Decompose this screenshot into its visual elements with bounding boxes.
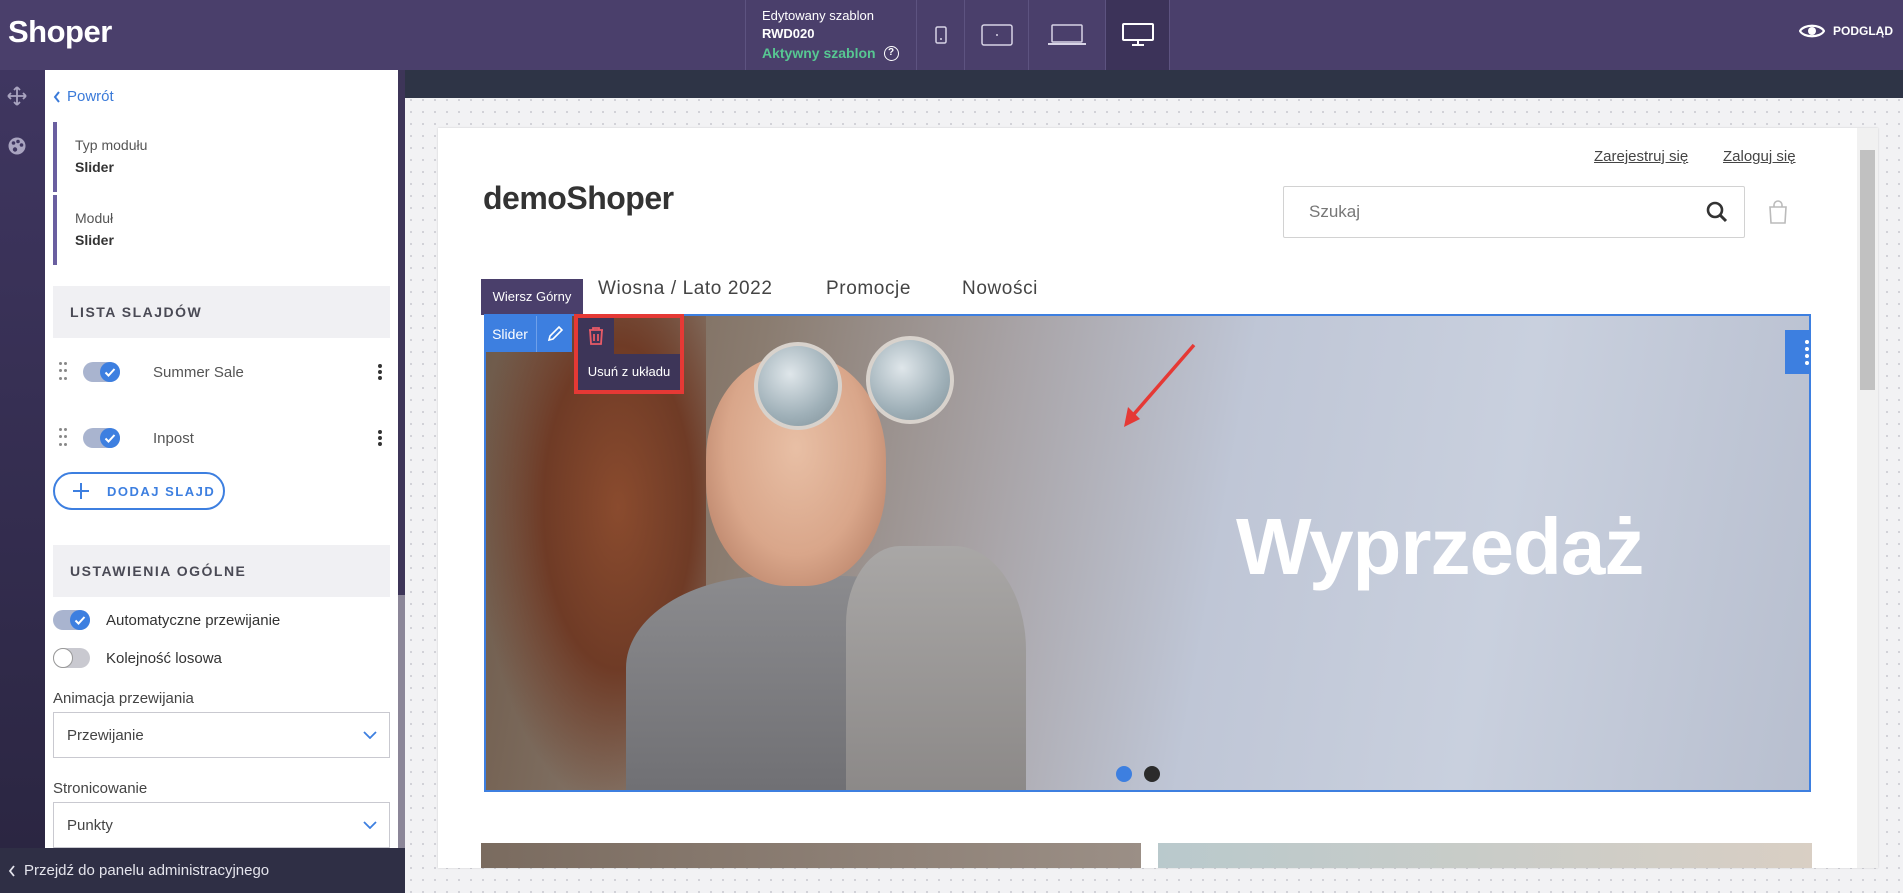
mobile-icon (934, 26, 947, 44)
slide-headline: Wyprzedaż (1236, 502, 1644, 591)
template-label: Edytowany szablon (762, 8, 875, 23)
pencil-icon (547, 325, 563, 342)
back-label: Powrót (67, 88, 114, 105)
slider-pagination (1116, 766, 1160, 782)
shop-preview-page: Zarejestruj się Zaloguj się demoShoper S… (438, 128, 1878, 868)
module-type-info: Typ modułu Slider (53, 122, 393, 192)
search-placeholder: Szukaj (1309, 202, 1361, 221)
app-logo: Shoper (8, 14, 112, 49)
help-icon[interactable]: ? (883, 45, 899, 61)
back-link[interactable]: Powrót (53, 88, 114, 105)
preview-scrollbar[interactable] (1857, 128, 1878, 868)
add-slide-button[interactable]: DODAJ SLAJD (53, 472, 225, 510)
slide-row[interactable]: Inpost (53, 418, 390, 458)
preview-button[interactable]: PODGLĄD (1799, 22, 1893, 40)
annotation-arrow-icon (1124, 343, 1196, 427)
shop-brand[interactable]: demoShoper (483, 180, 674, 217)
pagination-label: Stronicowanie (53, 780, 148, 797)
slide-photo-coat (846, 546, 1026, 790)
drag-handle-icon[interactable] (1785, 330, 1809, 374)
search-icon[interactable] (1706, 201, 1728, 223)
highlight-box (574, 314, 684, 394)
autoplay-toggle[interactable] (53, 610, 90, 630)
module-info: Moduł Slider (53, 195, 393, 265)
slide-row[interactable]: Summer Sale (53, 352, 390, 392)
chevron-left-icon (8, 864, 15, 877)
drag-grip-icon[interactable] (59, 362, 67, 382)
laptop-icon (1048, 24, 1086, 45)
admin-panel-link[interactable]: Przejdź do panelu administracyjnego (0, 848, 405, 893)
nav-item[interactable]: Wiosna / Lato 2022 (598, 278, 773, 300)
animation-value: Przewijanie (67, 726, 144, 744)
more-options-icon[interactable] (378, 364, 382, 380)
plus-icon (73, 483, 89, 499)
canvas-toolbar-strip (405, 70, 1903, 98)
move-icon[interactable] (7, 86, 27, 106)
slide-photo-lens (754, 342, 842, 430)
slide-name: Summer Sale (153, 363, 244, 381)
tablet-icon (980, 24, 1013, 46)
chevron-left-icon (53, 90, 60, 103)
slide-toggle[interactable] (83, 362, 120, 382)
animation-label: Animacja przewijania (53, 690, 194, 707)
slide-name: Inpost (153, 429, 194, 447)
pagination-value: Punkty (67, 816, 113, 834)
module-type-value: Slider (75, 159, 114, 175)
module-key: Moduł (75, 210, 114, 226)
more-options-icon[interactable] (378, 430, 382, 446)
chevron-down-icon (363, 731, 377, 739)
template-status: Aktywny szablon ? (762, 43, 916, 63)
template-info: Edytowany szablon RWD020 Aktywny szablon… (745, 0, 917, 70)
device-desktop-button[interactable] (1106, 0, 1170, 70)
tool-rail (0, 70, 45, 848)
module-type-key: Typ modułu (75, 137, 148, 153)
module-value: Slider (75, 232, 114, 248)
template-status-text: Aktywny szablon (762, 45, 876, 61)
cart-icon[interactable] (1768, 200, 1788, 224)
slides-section-header: LISTA SLAJDÓW (53, 286, 390, 338)
nav-item[interactable]: Promocje (826, 278, 911, 300)
product-image[interactable] (481, 843, 1141, 868)
drag-grip-icon[interactable] (59, 428, 67, 448)
autoplay-option[interactable]: Automatyczne przewijanie (53, 610, 280, 630)
device-mobile-button[interactable] (917, 0, 965, 70)
desktop-icon (1121, 23, 1154, 46)
row-tag[interactable]: Wiersz Górny (481, 279, 583, 315)
settings-panel: Powrót Typ modułu Slider Moduł Slider LI… (45, 70, 400, 848)
random-order-toggle[interactable] (53, 648, 90, 668)
nav-item[interactable]: Nowości (962, 278, 1038, 300)
palette-icon[interactable] (7, 136, 27, 156)
random-order-option[interactable]: Kolejność losowa (53, 648, 222, 668)
animation-select[interactable]: Przewijanie (53, 712, 390, 758)
preview-label: PODGLĄD (1833, 24, 1893, 38)
pagination-select[interactable]: Punkty (53, 802, 390, 848)
device-laptop-button[interactable] (1029, 0, 1106, 70)
register-link[interactable]: Zarejestruj się (1594, 148, 1688, 165)
product-image[interactable] (1158, 843, 1812, 868)
search-input[interactable]: Szukaj (1283, 186, 1745, 238)
general-settings-header: USTAWIENIA OGÓLNE (53, 545, 390, 597)
login-link[interactable]: Zaloguj się (1723, 148, 1796, 165)
random-order-label: Kolejność losowa (106, 649, 222, 667)
slider-module-tag: Slider (484, 316, 572, 352)
autoplay-label: Automatyczne przewijanie (106, 611, 281, 629)
panel-scrollbar[interactable] (398, 70, 405, 848)
template-code: RWD020 (762, 26, 815, 41)
edit-button[interactable] (536, 316, 572, 352)
eye-icon (1799, 24, 1825, 38)
add-slide-label: DODAJ SLAJD (107, 483, 216, 499)
chevron-down-icon (363, 821, 377, 829)
slider-dot[interactable] (1144, 766, 1160, 782)
admin-panel-label: Przejdź do panelu administracyjnego (24, 862, 270, 879)
slider-dot-active[interactable] (1116, 766, 1132, 782)
device-tablet-button[interactable] (965, 0, 1029, 70)
slide-toggle[interactable] (83, 428, 120, 448)
slide-photo-lens (866, 336, 954, 424)
slider-tag-label[interactable]: Slider (484, 316, 536, 352)
top-bar: Shoper Edytowany szablon RWD020 Aktywny … (0, 0, 1903, 70)
